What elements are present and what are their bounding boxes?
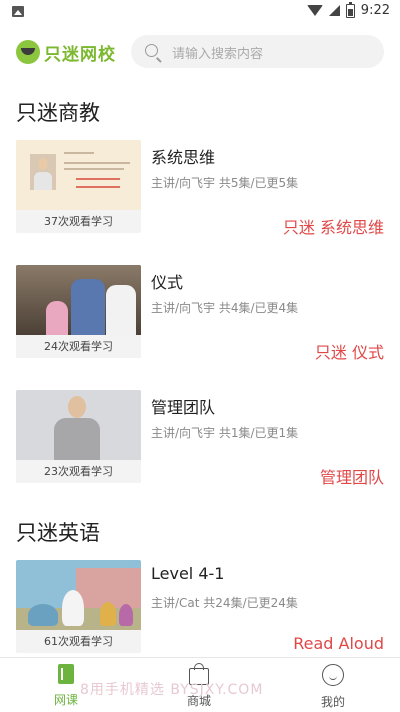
section-title: 只迷英语: [16, 521, 100, 545]
course-thumbnail-image: [16, 560, 141, 630]
book-icon: [58, 664, 74, 684]
status-bar: 9:22: [0, 0, 400, 24]
status-icons: 9:22: [306, 1, 390, 18]
view-count: 24次观看学习: [16, 335, 141, 358]
course-tag: 只迷 仪式: [314, 343, 384, 362]
logo-icon: [16, 40, 40, 64]
course-thumbnail[interactable]: 24次观看学习: [16, 265, 141, 358]
course-card[interactable]: 23次观看学习 管理团队 主讲/向飞宇 共1集/已更1集 管理团队: [16, 390, 384, 487]
view-count: 23次观看学习: [16, 460, 141, 483]
course-title: 管理团队: [151, 398, 216, 417]
course-thumbnail-image: [16, 390, 141, 460]
section-title: 只迷商教: [16, 101, 100, 125]
course-card[interactable]: 37次观看学习 系统思维 主讲/向飞宇 共5集/已更5集 只迷 系统思维: [16, 140, 384, 237]
course-tag: Read Aloud: [293, 634, 384, 653]
battery-icon: [345, 1, 355, 18]
bottom-tab-bar: 网课 商城 我的: [0, 657, 400, 712]
course-meta: 主讲/向飞宇 共5集/已更5集: [151, 176, 299, 190]
course-meta: 主讲/向飞宇 共1集/已更1集: [151, 426, 299, 440]
search-icon: [145, 44, 158, 57]
signal-icon: [328, 5, 340, 16]
tab-store[interactable]: 商城: [159, 663, 239, 709]
tab-profile[interactable]: 我的: [293, 664, 373, 710]
course-thumbnail-image: [16, 265, 141, 335]
course-meta: 主讲/向飞宇 共4集/已更4集: [151, 301, 299, 315]
course-thumbnail-image: [16, 140, 141, 210]
app-header: 只迷网校 请输入搜索内容: [0, 34, 400, 70]
view-count: 37次观看学习: [16, 210, 141, 233]
course-tag: 只迷 系统思维: [282, 218, 384, 237]
view-count: 61次观看学习: [16, 630, 141, 653]
course-tag: 管理团队: [319, 468, 384, 487]
shopping-bag-icon: [189, 663, 209, 685]
search-input[interactable]: 请输入搜索内容: [131, 35, 384, 68]
course-thumbnail[interactable]: 37次观看学习: [16, 140, 141, 233]
app-logo: 只迷网校: [16, 39, 116, 65]
course-title: 系统思维: [151, 148, 216, 167]
tab-courses[interactable]: 网课: [26, 664, 106, 708]
course-thumbnail[interactable]: 23次观看学习: [16, 390, 141, 483]
tab-label: 网课: [53, 693, 78, 707]
course-card[interactable]: 61次观看学习 Level 4-1 主讲/Cat 共24集/已更24集 Read…: [16, 560, 384, 655]
course-card[interactable]: 24次观看学习 仪式 主讲/向飞宇 共4集/已更4集 只迷 仪式: [16, 265, 384, 362]
search-placeholder: 请输入搜索内容: [172, 47, 264, 62]
course-title: 仪式: [151, 273, 184, 292]
logo-text: 只迷网校: [44, 44, 116, 65]
image-notification-icon: [12, 6, 24, 17]
status-time: 9:22: [360, 3, 390, 18]
profile-face-icon: [322, 664, 344, 686]
course-meta: 主讲/Cat 共24集/已更24集: [151, 596, 298, 610]
tab-label: 我的: [320, 695, 345, 709]
course-thumbnail[interactable]: 61次观看学习: [16, 560, 141, 653]
wifi-icon: [306, 5, 323, 16]
course-title: Level 4-1: [151, 564, 225, 583]
tab-label: 商城: [186, 694, 211, 708]
